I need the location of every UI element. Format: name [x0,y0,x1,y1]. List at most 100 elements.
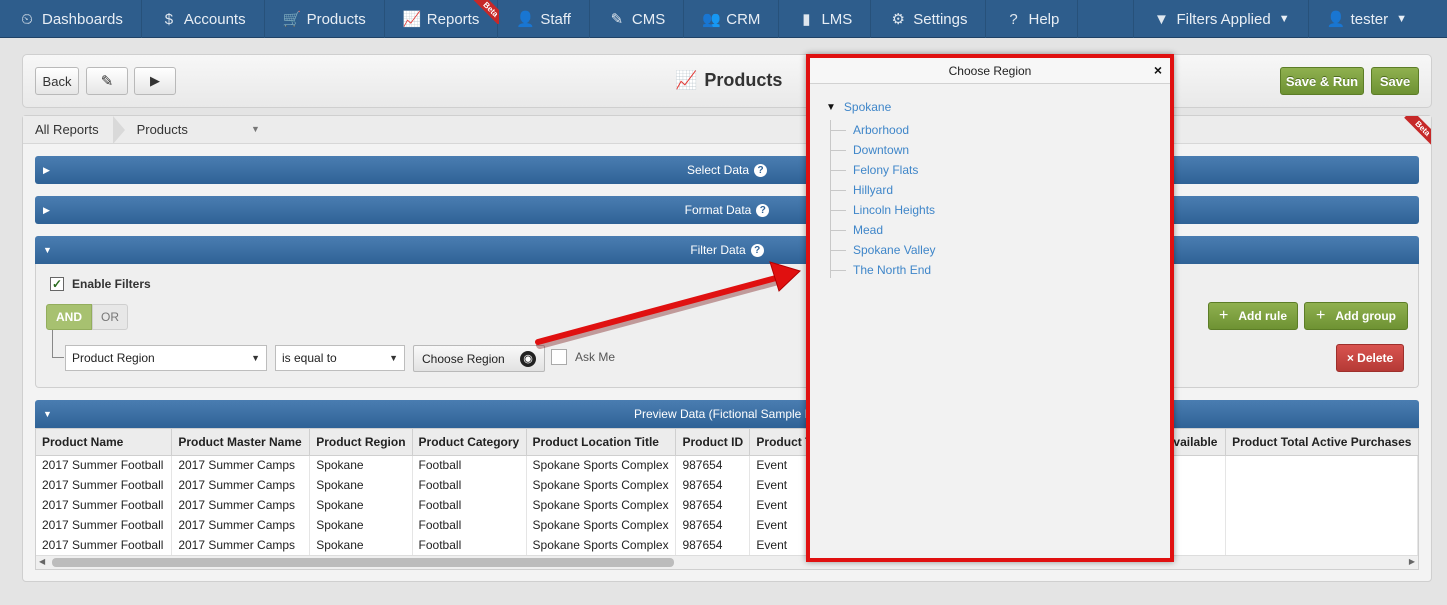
caret-down-icon: ▼ [389,353,398,363]
users-icon: 👥 [702,11,721,28]
table-row: 2017 Summer Football 2017 Summer Camps Spo… [36,475,1418,495]
table-cell [1225,535,1418,555]
help-icon[interactable]: ? [756,203,770,217]
user-menu[interactable]: 👤 tester ▼ [1307,0,1447,38]
operator-select[interactable]: is equal to ▼ [275,345,405,371]
enable-filters-checkbox[interactable]: ✓ [50,277,64,291]
choose-region-button[interactable]: Choose Region ◉ [413,345,545,372]
table-cell: Spokane [309,455,413,475]
nav-reports[interactable]: 📈 Reports Beta [385,0,500,38]
breadcrumb-all-reports[interactable]: All Reports [23,115,125,144]
nav-dashboards[interactable]: ⏲ Dashboards [0,0,142,38]
section-preview-data[interactable]: ▼ Preview Data (Fictional Sample Da [35,400,1419,428]
scroll-left-icon[interactable]: ◀ [39,557,45,566]
section-filter-data[interactable]: ▼ Filter Data? [35,236,1419,264]
nav-label: Accounts [183,10,246,28]
save-button[interactable]: Save [1371,67,1419,95]
table-cell: 987654 [675,455,751,475]
column-header[interactable]: Product ID [675,429,751,456]
region-option[interactable]: Arborhood [830,120,1130,140]
column-header[interactable]: Product Master Name [171,429,311,456]
plus-icon: + [1218,307,1229,324]
save-and-run-button[interactable]: Save & Run [1280,67,1364,95]
field-select[interactable]: Product Region ▼ [65,345,267,371]
table-cell: Football [412,515,527,535]
column-header[interactable]: Product Category [412,429,527,456]
region-root-label[interactable]: Spokane [844,100,891,114]
book-icon: ▮ [802,11,811,28]
table-row: 2017 Summer Football 2017 Summer Camps Spo… [36,495,1418,515]
beta-ribbon: Beta [1401,116,1431,146]
choose-region-label: Choose Region [422,351,505,366]
breadcrumb-current[interactable]: Products [125,116,200,144]
table-row: 2017 Summer Football 2017 Summer Camps Spo… [36,535,1418,555]
nav-crm[interactable]: 👥 CRM [684,0,780,38]
region-option[interactable]: Spokane Valley [830,240,1130,260]
table-cell: Football [412,455,527,475]
region-option[interactable]: Hillyard [830,180,1130,200]
chart-icon: 📈 [675,70,698,90]
scroll-right-icon[interactable]: ▶ [1409,557,1415,566]
nav-lms[interactable]: ▮ LMS [779,0,872,38]
section-format-data[interactable]: ▶ Format Data? [35,196,1419,224]
and-toggle[interactable]: AND [46,304,92,330]
nav-cms[interactable]: ✎ CMS [590,0,685,38]
rule-connector [52,330,64,358]
filters-applied-menu[interactable]: ▼ Filters Applied ▼ [1133,0,1307,38]
add-rule-button[interactable]: + Add rule [1208,302,1298,330]
back-button[interactable]: Back [35,67,79,95]
section-select-data[interactable]: ▶ Select Data? [35,156,1419,184]
close-icon[interactable]: × [1154,62,1162,78]
horizontal-scrollbar[interactable]: ◀ ▶ [36,555,1418,569]
caret-down-icon: ▼ [251,353,260,363]
table-cell: Football [412,495,527,515]
add-rule-label: Add rule [1238,309,1287,323]
help-icon[interactable]: ? [754,163,768,177]
nav-label: Settings [913,10,968,28]
region-tree-root[interactable]: ▼ Spokane [826,100,891,114]
caret-right-icon: ▶ [43,165,50,175]
run-button[interactable]: ▶ [134,67,176,95]
or-toggle[interactable]: OR [92,304,128,330]
table-cell: Spokane Sports Complex [526,515,677,535]
scrollbar-thumb[interactable] [52,558,674,567]
nav-label: CMS [631,10,666,28]
column-header[interactable]: Product Name [36,429,173,456]
region-option[interactable]: Felony Flats [830,160,1130,180]
region-option[interactable]: The North End [830,260,1130,280]
region-option[interactable]: Mead [830,220,1130,240]
column-header[interactable]: Product Total Active Purchases [1225,429,1418,456]
ask-me-checkbox[interactable] [551,349,567,365]
column-header[interactable]: Product Region [309,429,413,456]
table-cell: 2017 Summer Football [36,495,173,515]
nav-help[interactable]: ? Help [986,0,1079,38]
table-cell: Spokane [309,535,413,555]
table-cell: Football [412,475,527,495]
region-option[interactable]: Lincoln Heights [830,200,1130,220]
nav-staff[interactable]: 👤 Staff [498,0,590,38]
caret-down-icon[interactable]: ▼ [826,102,836,113]
enable-filters-label: Enable Filters [72,277,151,291]
delete-rule-button[interactable]: × Delete [1336,344,1404,372]
region-option[interactable]: Downtown [830,140,1130,160]
section-title: Filter Data [690,243,746,257]
caret-down-icon: ▼ [43,245,52,255]
nav-label: Reports [426,10,480,28]
caret-down-icon[interactable]: ▼ [251,124,260,134]
nav-products[interactable]: 🛒 Products [265,0,385,38]
table-cell: 2017 Summer Camps [171,475,311,495]
section-title: Select Data [686,163,750,177]
column-header[interactable]: Product Location Title [526,429,677,456]
table-cell [1225,515,1418,535]
help-icon[interactable]: ? [750,243,764,257]
table-cell: Spokane [309,475,413,495]
username: tester [1350,10,1389,28]
add-group-button[interactable]: + Add group [1304,302,1408,330]
nav-settings[interactable]: ⚙ Settings [871,0,987,38]
nav-accounts[interactable]: $ Accounts [142,0,265,38]
user-icon: 👤 [1326,11,1346,28]
beta-badge: Beta [473,0,500,24]
operator-value: is equal to [282,351,337,365]
edit-button[interactable]: ✎ [86,67,128,95]
